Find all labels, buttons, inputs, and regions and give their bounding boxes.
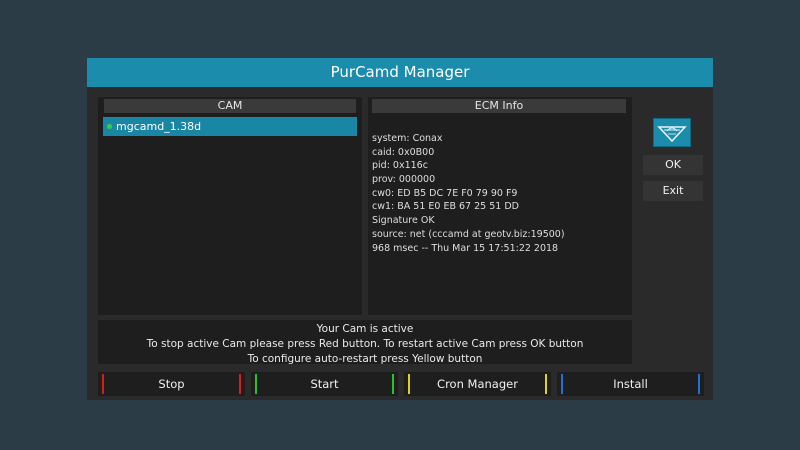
status-line-auto-restart: To configure auto-restart press Yellow b… [247,353,483,364]
status-line-active: Your Cam is active [316,323,414,335]
cron-manager-button-label: Cron Manager [437,377,518,391]
ecm-line-signature: Signature OK [372,215,435,227]
install-button[interactable]: Install [557,372,704,396]
satellite-logo-graphic [657,126,687,143]
ecm-line-timing: 968 msec -- Thu Mar 15 17:51:22 2018 [372,242,559,254]
start-button[interactable]: Start [251,372,398,396]
ecm-info-text: system: Conax caid: 0x0B00 pid: 0x116c p… [372,132,565,255]
ecm-line-pid: pid: 0x116c [372,160,428,172]
status-message-panel: Your Cam is active To stop active Cam pl… [98,320,632,364]
stop-button[interactable]: Stop [98,372,245,396]
cam-list-item-selected[interactable]: mgcamd_1.38d [103,117,357,136]
status-line-stop-restart: To stop active Cam please press Red butt… [146,338,584,350]
exit-button[interactable]: Exit [643,181,703,201]
satellite-logo-icon[interactable] [653,118,691,147]
ecm-line-system: system: Conax [372,133,443,144]
purcamd-manager-window: PurCamd Manager CAM mgcamd_1.38d ECM Inf… [87,58,713,400]
blue-key-indicator-icon [698,374,700,394]
install-button-label: Install [613,377,648,391]
ecm-line-source: source: net (cccamd at geotv.biz:19500) [372,228,565,240]
ecm-line-prov: prov: 000000 [372,174,436,186]
ok-button[interactable]: OK [643,155,703,175]
stop-button-label: Stop [158,377,185,391]
green-key-indicator-icon [255,374,257,394]
cam-panel: CAM mgcamd_1.38d [98,97,362,315]
red-key-indicator-icon [102,374,104,394]
ecm-line-cw0: cw0: ED B5 DC 7E F0 79 90 F9 [372,187,518,199]
cron-manager-button[interactable]: Cron Manager [404,372,551,396]
active-status-dot-icon [107,124,112,129]
cam-panel-header: CAM [104,99,356,113]
yellow-key-indicator-icon [408,374,410,394]
red-key-indicator-icon [239,374,241,394]
yellow-key-indicator-icon [545,374,547,394]
start-button-label: Start [310,377,339,391]
blue-key-indicator-icon [561,374,563,394]
ecm-panel-header: ECM Info [372,99,626,113]
ecm-info-panel: ECM Info system: Conax caid: 0x0B00 pid:… [368,97,632,315]
window-title: PurCamd Manager [87,58,713,87]
cam-item-label: mgcamd_1.38d [116,120,202,133]
green-key-indicator-icon [392,374,394,394]
ecm-line-cw1: cw1: BA 51 E0 EB 67 25 51 DD [372,201,519,213]
ecm-line-caid: caid: 0x0B00 [372,146,435,158]
